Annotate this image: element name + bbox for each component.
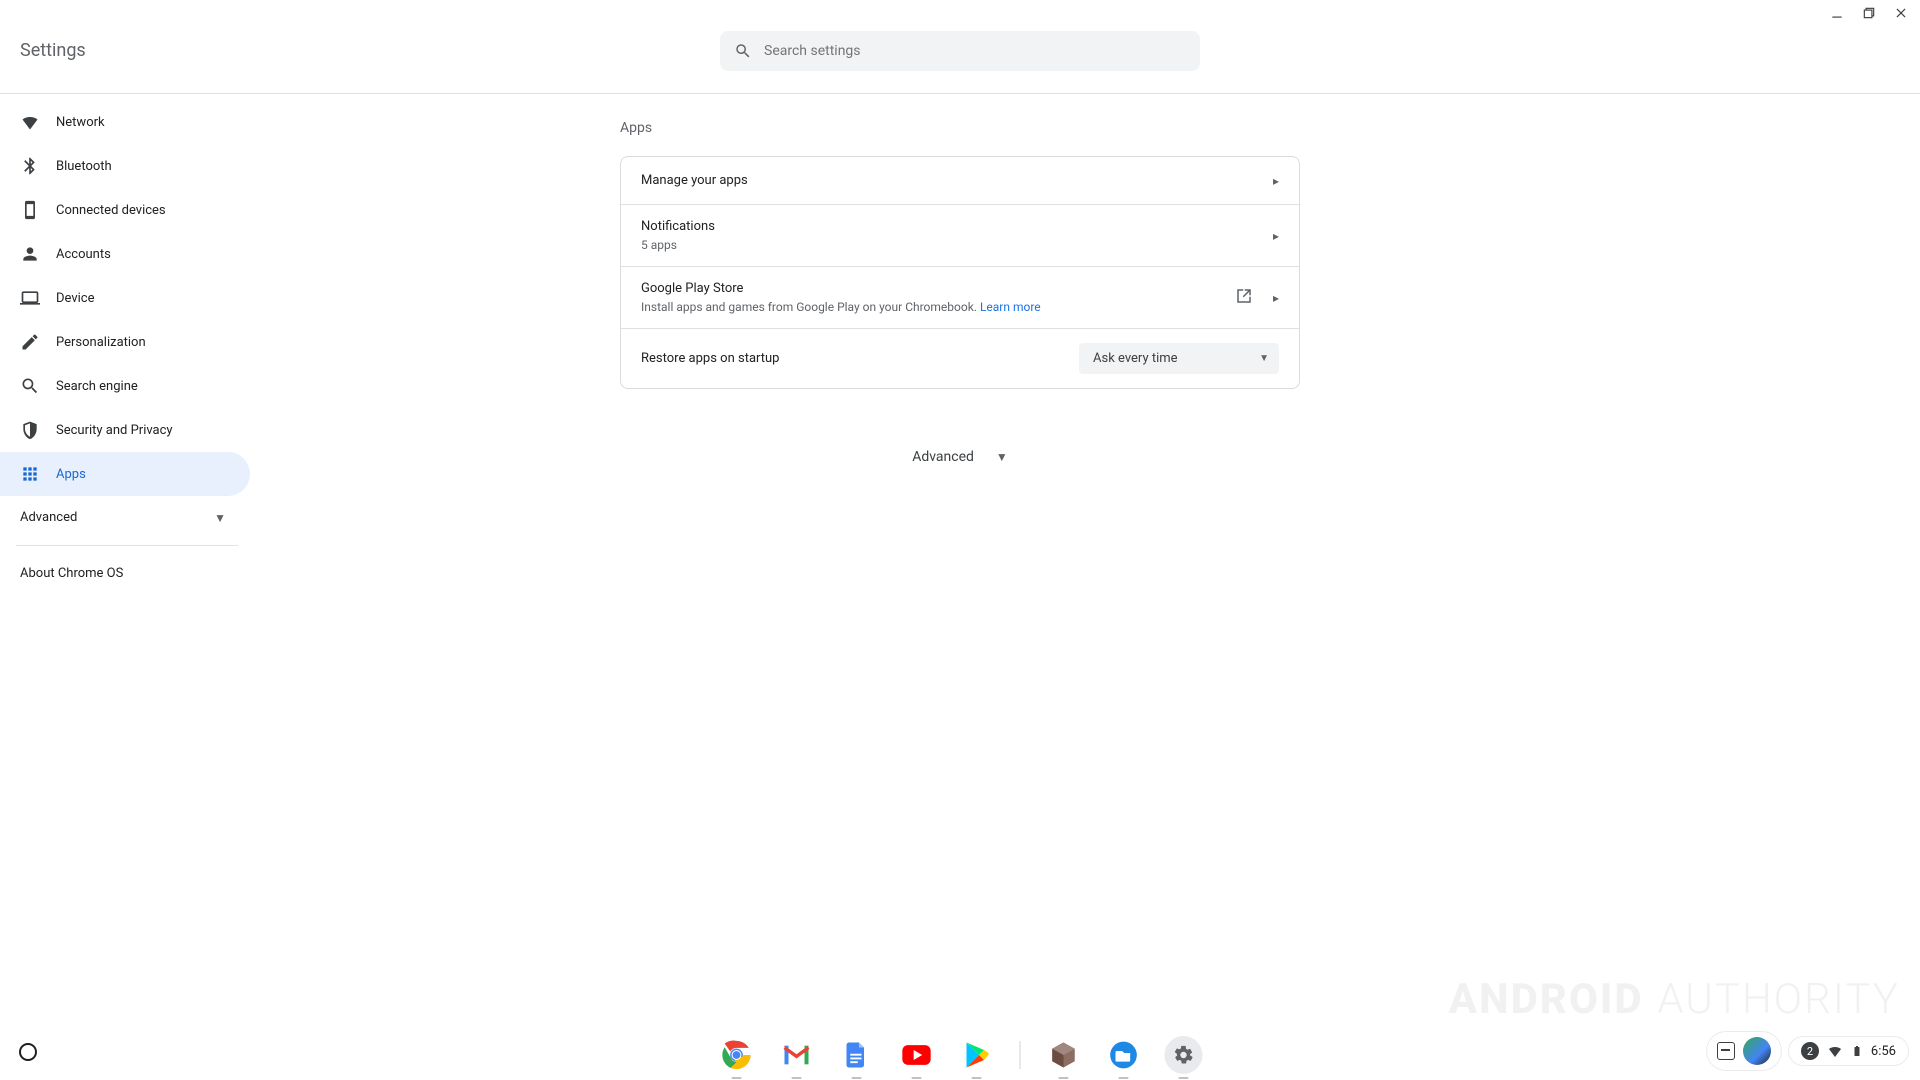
- search-box[interactable]: [720, 31, 1200, 71]
- chevron-down-icon: ▼: [1259, 353, 1269, 364]
- sidebar-item-label: Device: [56, 291, 95, 306]
- minimize-button[interactable]: [1828, 4, 1846, 22]
- dropdown-selected: Ask every time: [1093, 351, 1178, 366]
- shelf-app-gmail[interactable]: [778, 1036, 816, 1074]
- clock: 6:56: [1871, 1044, 1896, 1059]
- row-title: Restore apps on startup: [641, 351, 779, 366]
- shelf-app-youtube[interactable]: [898, 1036, 936, 1074]
- row-title: Google Play Store: [641, 281, 1041, 296]
- row-title: Notifications: [641, 219, 715, 234]
- tray-notifications-pill[interactable]: [1707, 1032, 1781, 1070]
- shelf-app-chrome[interactable]: [718, 1036, 756, 1074]
- sidebar-item-label: Personalization: [56, 335, 146, 350]
- sidebar-item-label: Network: [56, 115, 105, 130]
- sidebar-item-label: Search engine: [56, 379, 138, 394]
- notification-count-badge: 2: [1801, 1042, 1819, 1060]
- shelf-app-package[interactable]: [1045, 1036, 1083, 1074]
- restore-apps-dropdown[interactable]: Ask every time ▼: [1079, 343, 1279, 374]
- shelf: 2 6:56: [0, 1024, 1920, 1080]
- sidebar-item-apps[interactable]: Apps: [0, 452, 250, 496]
- row-manage-apps[interactable]: Manage your apps ▸: [621, 157, 1299, 205]
- sidebar-item-personalization[interactable]: Personalization: [0, 320, 250, 364]
- search-input[interactable]: [764, 43, 1186, 59]
- search-icon: [20, 376, 40, 396]
- launcher-button[interactable]: [14, 1038, 42, 1066]
- play-store-icon: [1235, 287, 1253, 309]
- phone-icon: [20, 200, 40, 220]
- page-title: Settings: [20, 28, 86, 74]
- row-subtitle: 5 apps: [641, 238, 715, 252]
- sidebar-item-connected-devices[interactable]: Connected devices: [0, 188, 250, 232]
- window-controls: [1828, 4, 1910, 22]
- pencil-icon: [20, 332, 40, 352]
- row-title: Manage your apps: [641, 173, 748, 188]
- sidebar-item-security[interactable]: Security and Privacy: [0, 408, 250, 452]
- sidebar-advanced-toggle[interactable]: Advanced ▼: [0, 496, 250, 539]
- about-label: About Chrome OS: [20, 566, 123, 581]
- sidebar-separator: [16, 545, 238, 546]
- wifi-icon: [1827, 1043, 1843, 1059]
- advanced-label: Advanced: [20, 510, 77, 525]
- sidebar-item-label: Bluetooth: [56, 159, 112, 174]
- sidebar-item-network[interactable]: Network: [0, 100, 250, 144]
- laptop-icon: [20, 288, 40, 308]
- chevron-right-icon: ▸: [1273, 174, 1279, 188]
- sidebar-item-label: Security and Privacy: [56, 423, 173, 438]
- chevron-down-icon: ▼: [996, 450, 1008, 464]
- battery-icon: [1851, 1043, 1863, 1059]
- row-restore-apps: Restore apps on startup Ask every time ▼: [621, 329, 1299, 388]
- shelf-app-settings[interactable]: [1165, 1036, 1203, 1074]
- sidebar-item-search-engine[interactable]: Search engine: [0, 364, 250, 408]
- shelf-app-docs[interactable]: [838, 1036, 876, 1074]
- system-tray: 2 6:56: [1707, 1032, 1908, 1070]
- row-notifications[interactable]: Notifications 5 apps ▸: [621, 205, 1299, 267]
- advanced-label: Advanced: [912, 449, 974, 465]
- avatar: [1743, 1037, 1771, 1065]
- row-subtitle: Install apps and games from Google Play …: [641, 300, 1041, 314]
- shelf-app-files[interactable]: [1105, 1036, 1143, 1074]
- chevron-right-icon: ▸: [1273, 229, 1279, 243]
- top-bar: Settings: [0, 28, 1920, 74]
- apps-icon: [20, 464, 40, 484]
- apps-card: Manage your apps ▸ Notifications 5 apps …: [620, 156, 1300, 389]
- sidebar: Network Bluetooth Connected devices Acco…: [0, 100, 250, 595]
- sidebar-item-bluetooth[interactable]: Bluetooth: [0, 144, 250, 188]
- shelf-apps: [718, 1036, 1203, 1074]
- bluetooth-icon: [20, 156, 40, 176]
- person-icon: [20, 244, 40, 264]
- shield-icon: [20, 420, 40, 440]
- sidebar-item-label: Connected devices: [56, 203, 166, 218]
- launcher-icon: [19, 1043, 37, 1061]
- advanced-section-toggle[interactable]: Advanced ▼: [620, 449, 1300, 465]
- tray-status-pill[interactable]: 2 6:56: [1789, 1037, 1908, 1065]
- notification-icon: [1717, 1042, 1735, 1060]
- header-divider: [0, 93, 1920, 94]
- sidebar-item-label: Apps: [56, 467, 86, 482]
- sidebar-item-device[interactable]: Device: [0, 276, 250, 320]
- shelf-app-play-store[interactable]: [958, 1036, 996, 1074]
- wifi-icon: [20, 112, 40, 132]
- chevron-down-icon: ▼: [214, 511, 226, 525]
- sidebar-about-chrome-os[interactable]: About Chrome OS: [0, 552, 250, 595]
- chevron-right-icon: ▸: [1273, 291, 1279, 305]
- sidebar-item-accounts[interactable]: Accounts: [0, 232, 250, 276]
- sidebar-item-label: Accounts: [56, 247, 111, 262]
- row-google-play-store[interactable]: Google Play Store Install apps and games…: [621, 267, 1299, 329]
- learn-more-link[interactable]: Learn more: [980, 300, 1041, 314]
- restore-button[interactable]: [1860, 4, 1878, 22]
- search-icon: [734, 42, 752, 60]
- watermark: ANDROID AUTHORITY: [1449, 975, 1900, 1024]
- main-content: Apps Manage your apps ▸ Notifications 5 …: [620, 120, 1300, 465]
- close-button[interactable]: [1892, 4, 1910, 22]
- shelf-separator: [1020, 1041, 1021, 1069]
- section-title: Apps: [620, 120, 1300, 136]
